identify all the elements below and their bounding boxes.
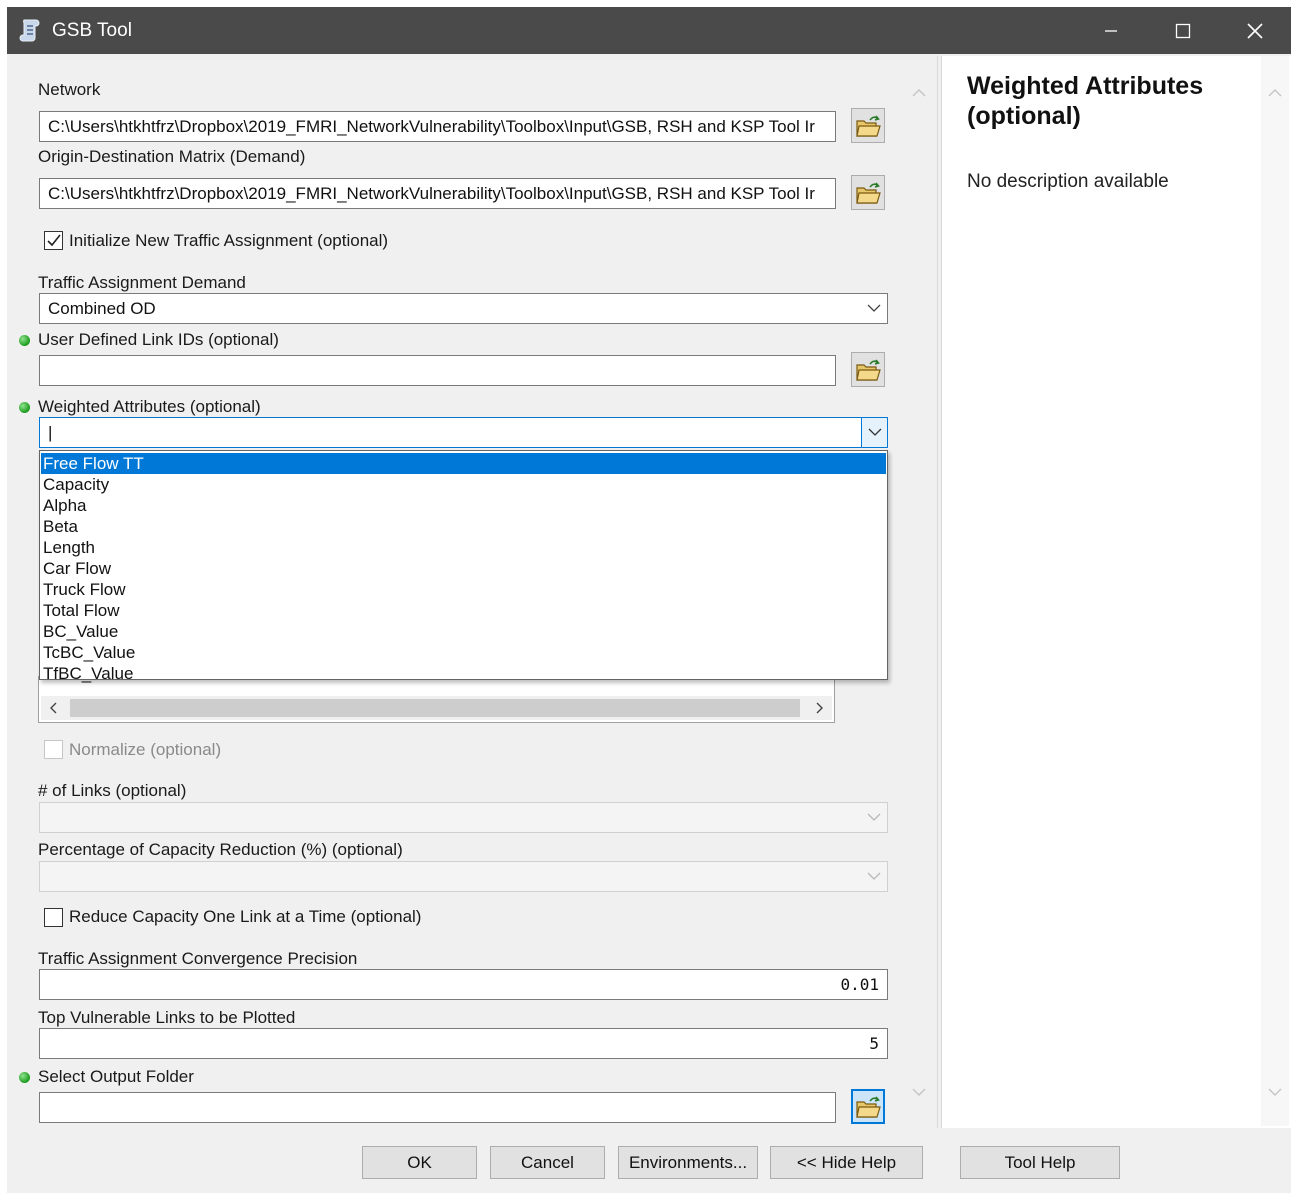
scrollbar-thumb[interactable] — [70, 699, 800, 717]
dropdown-option[interactable]: Length — [41, 537, 886, 558]
output-folder-input[interactable] — [39, 1092, 836, 1123]
convergence-input[interactable]: 0.01 — [39, 969, 888, 1000]
minimize-icon — [1105, 29, 1117, 32]
vertical-scrollbar[interactable] — [905, 56, 933, 1126]
weighted-attributes-label: Weighted Attributes (optional) — [38, 397, 261, 416]
capacity-reduction-select[interactable] — [39, 861, 888, 892]
network-browse-button[interactable] — [851, 108, 885, 143]
dropdown-option[interactable]: Free Flow TT — [41, 453, 886, 474]
weighted-attributes-combo[interactable]: | — [39, 417, 888, 448]
help-title: Weighted Attributes (optional) — [967, 72, 1204, 130]
reduce-one-link-checkbox[interactable] — [44, 908, 63, 927]
tool-help-button[interactable]: Tool Help — [960, 1146, 1120, 1179]
parameters-pane: Network C:\Users\htkhtfrz\Dropbox\2019_F… — [7, 56, 937, 1126]
tool-script-icon — [19, 17, 43, 43]
chevron-down-icon[interactable] — [861, 294, 887, 323]
hide-help-button[interactable]: << Hide Help — [770, 1146, 923, 1179]
top-links-label: Top Vulnerable Links to be Plotted — [38, 1008, 296, 1027]
open-folder-icon — [856, 181, 881, 204]
num-links-select[interactable] — [39, 802, 888, 833]
open-folder-icon — [856, 358, 881, 381]
dropdown-option[interactable]: Total Flow — [41, 600, 886, 621]
dialog-button-bar: OK Cancel Environments... << Hide Help T… — [7, 1129, 1291, 1193]
link-ids-browse-button[interactable] — [851, 352, 885, 387]
maximize-icon — [1175, 23, 1191, 38]
checkmark-icon — [47, 234, 61, 247]
maximize-button[interactable] — [1147, 7, 1219, 54]
close-button[interactable] — [1219, 7, 1291, 54]
help-pane: Weighted Attributes (optional) No descri… — [942, 56, 1291, 1128]
traffic-demand-select[interactable]: Combined OD — [39, 293, 888, 324]
help-description: No description available — [967, 171, 1169, 192]
chevron-down-icon[interactable] — [911, 1087, 927, 1099]
initialize-assignment-label: Initialize New Traffic Assignment (optio… — [69, 231, 389, 250]
dropdown-option[interactable]: Alpha — [41, 495, 886, 516]
output-folder-label: Select Output Folder — [38, 1067, 194, 1086]
initialize-assignment-checkbox[interactable] — [44, 231, 63, 250]
link-ids-input[interactable] — [39, 355, 836, 386]
window-title: GSB Tool — [52, 20, 132, 41]
normalize-checkbox[interactable] — [44, 740, 63, 759]
normalize-label: Normalize (optional) — [69, 740, 222, 759]
reduce-one-link-label: Reduce Capacity One Link at a Time (opti… — [69, 907, 422, 926]
capacity-reduction-label: Percentage of Capacity Reduction (%) (op… — [38, 840, 403, 859]
link-ids-label: User Defined Link IDs (optional) — [38, 330, 279, 349]
dropdown-option[interactable]: Truck Flow — [41, 579, 886, 600]
cancel-button[interactable]: Cancel — [490, 1146, 605, 1179]
dropdown-option[interactable]: BC_Value — [41, 621, 886, 642]
chevron-up-icon[interactable] — [911, 86, 927, 98]
top-links-input[interactable]: 5 — [39, 1028, 888, 1059]
dropdown-option[interactable]: TcBC_Value — [41, 642, 886, 663]
open-folder-icon — [856, 1095, 881, 1118]
open-folder-icon — [856, 114, 881, 137]
title-bar[interactable]: GSB Tool — [7, 7, 1291, 54]
ok-button[interactable]: OK — [362, 1146, 477, 1179]
chevron-right-icon[interactable] — [808, 696, 832, 720]
chevron-left-icon[interactable] — [41, 696, 65, 720]
num-links-label: # of Links (optional) — [38, 781, 187, 800]
network-label: Network — [38, 80, 101, 99]
traffic-demand-label: Traffic Assignment Demand — [38, 273, 246, 292]
required-indicator-icon — [19, 402, 30, 413]
close-icon — [1247, 22, 1263, 39]
network-input[interactable]: C:\Users\htkhtfrz\Dropbox\2019_FMRI_Netw… — [39, 111, 836, 142]
od-matrix-input[interactable]: C:\Users\htkhtfrz\Dropbox\2019_FMRI_Netw… — [39, 178, 836, 209]
gsb-tool-window: GSB Tool Network C:\Users\htkhtfrz\Dropb… — [7, 7, 1291, 1193]
required-indicator-icon — [19, 1072, 30, 1083]
dropdown-option[interactable]: TfBC_Value — [41, 663, 886, 684]
weighted-attributes-dropdown: Free Flow TT Capacity Alpha Beta Length … — [39, 450, 888, 683]
convergence-label: Traffic Assignment Convergence Precision — [38, 949, 358, 968]
chevron-down-icon[interactable] — [1267, 1087, 1283, 1099]
minimize-button[interactable] — [1075, 7, 1147, 54]
od-matrix-browse-button[interactable] — [851, 175, 885, 210]
chevron-up-icon[interactable] — [1267, 86, 1283, 98]
chevron-down-icon[interactable] — [861, 803, 887, 832]
dropdown-option[interactable]: Car Flow — [41, 558, 886, 579]
dropdown-option[interactable]: Beta — [41, 516, 886, 537]
chevron-down-icon[interactable] — [861, 862, 887, 891]
environments-button[interactable]: Environments... — [618, 1146, 758, 1179]
traffic-demand-value: Combined OD — [48, 299, 156, 318]
chevron-down-icon[interactable] — [861, 418, 887, 447]
dropdown-option[interactable]: Capacity — [41, 474, 886, 495]
horizontal-scrollbar[interactable] — [41, 696, 832, 720]
weighted-attributes-value: | — [48, 423, 53, 442]
output-folder-browse-button[interactable] — [851, 1089, 885, 1124]
help-vertical-scrollbar[interactable] — [1261, 56, 1289, 1126]
od-matrix-label: Origin-Destination Matrix (Demand) — [38, 147, 306, 166]
required-indicator-icon — [19, 335, 30, 346]
